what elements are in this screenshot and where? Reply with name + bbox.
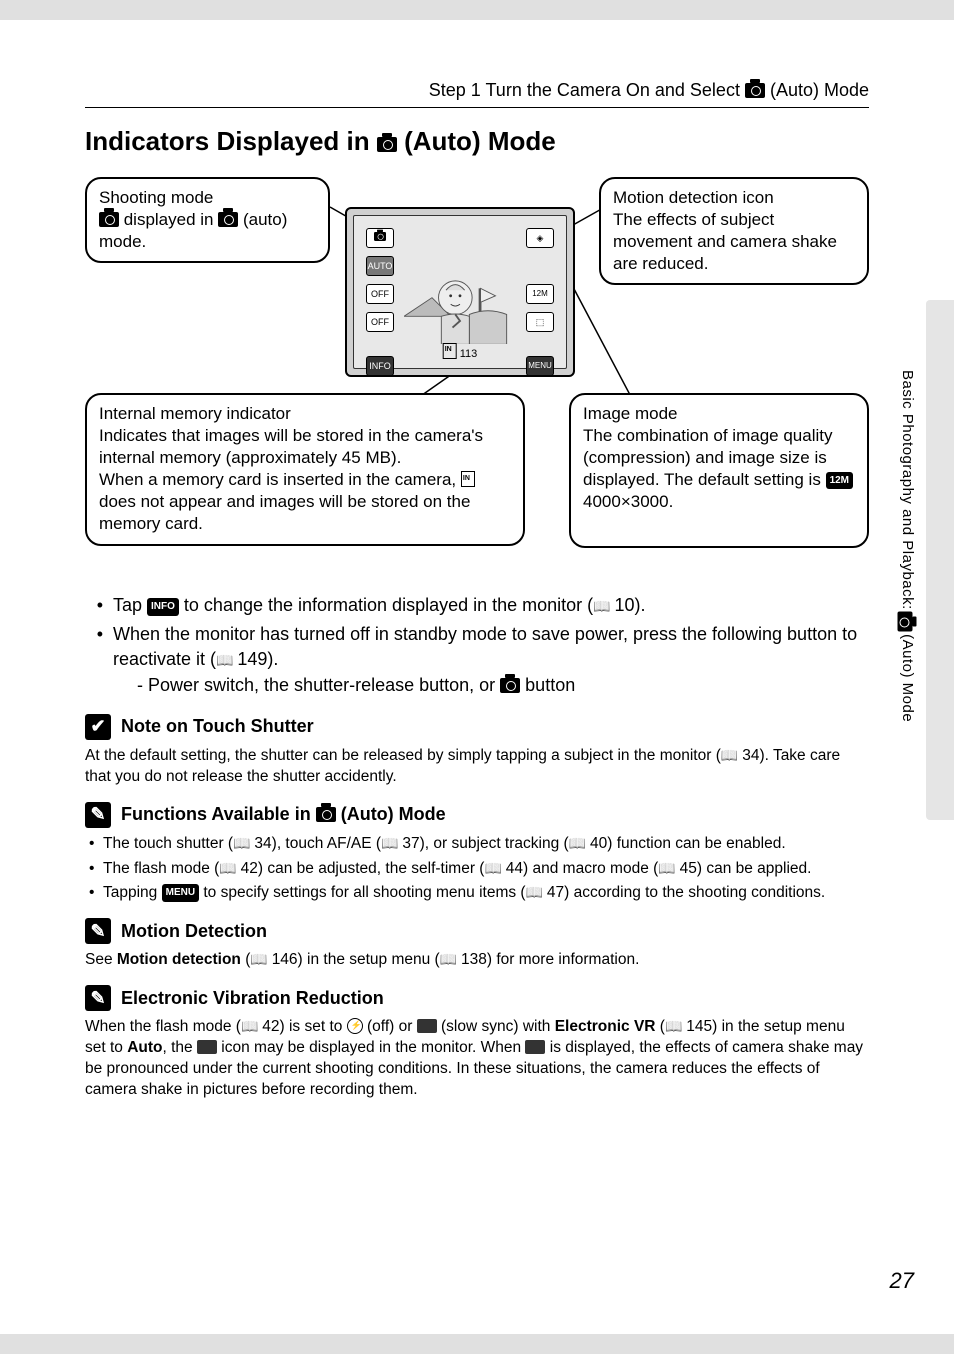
bold-text: Electronic VR — [555, 1018, 656, 1035]
function-item: The touch shutter ( 34), touch AF/AE ( 3… — [103, 834, 869, 855]
internal-memory-icon — [461, 471, 475, 487]
sub-item: Power switch, the shutter-release button… — [137, 673, 869, 698]
book-icon — [526, 884, 547, 901]
bold-text: Auto — [127, 1039, 162, 1056]
lcd-scene-illustration — [404, 251, 516, 344]
callout-body: Indicates that images will be stored in … — [99, 425, 511, 469]
menu-pill-icon: MENU — [162, 884, 199, 902]
book-icon — [593, 595, 614, 615]
info-pill-icon: INFO — [147, 598, 179, 616]
bold-text: Motion detection — [117, 951, 241, 968]
lcd-preview: ◈ AUTO OFF OFF INFO 12M ⬚ MENU 113 — [345, 207, 575, 377]
tip-title: Electronic Vibration Reduction — [121, 988, 384, 1009]
camera-icon — [218, 212, 238, 227]
tip-body-functions: The touch shutter ( 34), touch AF/AE ( 3… — [85, 834, 869, 905]
callout-title: Motion detection icon — [613, 187, 855, 209]
camera-icon — [99, 212, 119, 227]
flash-off-icon — [347, 1018, 363, 1034]
lcd-off-icon: OFF — [366, 284, 394, 304]
callout-title: Image mode — [583, 403, 855, 425]
checkmark-icon: ✔ — [85, 714, 111, 740]
lcd-menu-icon: MENU — [526, 356, 554, 376]
camera-icon — [316, 807, 336, 822]
tip-header-functions: ✎ Functions Available in (Auto) Mode — [85, 802, 929, 828]
title-pre: Indicators Displayed in — [85, 126, 377, 156]
header-rule — [85, 107, 869, 108]
evr-icon — [525, 1040, 545, 1054]
header-text-pre: Step 1 Turn the Camera On and Select — [429, 80, 745, 100]
book-icon — [484, 860, 505, 877]
lcd-auto-icon: AUTO — [366, 256, 394, 276]
book-icon — [241, 1018, 262, 1035]
book-icon — [569, 835, 590, 852]
side-tab — [926, 300, 954, 820]
slow-sync-icon — [417, 1019, 437, 1033]
book-icon — [219, 860, 240, 877]
side-label: Basic Photography and Playback: (Auto) M… — [895, 370, 916, 722]
evr-icon — [197, 1040, 217, 1054]
body-text: Tap INFO to change the information displ… — [85, 593, 869, 698]
book-icon — [665, 1018, 686, 1035]
lcd-12m-icon: 12M — [526, 284, 554, 304]
tip-title: Functions Available in (Auto) Mode — [121, 804, 446, 825]
book-icon — [233, 835, 254, 852]
camera-icon — [500, 678, 520, 693]
title-post: (Auto) Mode — [397, 126, 556, 156]
tip-title: Motion Detection — [121, 921, 267, 942]
book-icon — [250, 951, 271, 968]
function-item: Tapping MENU to specify settings for all… — [103, 883, 869, 904]
lcd-info-icon: INFO — [366, 356, 394, 376]
callout-title: Internal memory indicator — [99, 403, 511, 425]
callout-motion-detection: Motion detection icon The effects of sub… — [599, 177, 869, 285]
note-title: Note on Touch Shutter — [121, 716, 314, 737]
internal-memory-icon — [443, 343, 457, 359]
camera-icon — [898, 612, 913, 632]
lcd-inner: ◈ AUTO OFF OFF INFO 12M ⬚ MENU 113 — [353, 215, 567, 369]
bullet-info-tap: Tap INFO to change the information displ… — [113, 593, 869, 618]
camera-icon — [377, 137, 397, 152]
callout-internal-memory: Internal memory indicator Indicates that… — [85, 393, 525, 546]
book-icon — [440, 951, 461, 968]
callout-image-mode: Image mode The combination of image qual… — [569, 393, 869, 548]
sub-list: Power switch, the shutter-release button… — [113, 673, 869, 698]
header-text-post: (Auto) Mode — [765, 80, 869, 100]
lcd-frame-count: 113 — [443, 343, 478, 360]
lcd-camera-icon — [366, 228, 394, 248]
function-item: The flash mode ( 42) can be adjusted, th… — [103, 859, 869, 880]
callout-body: The effects of subject movement and came… — [613, 209, 855, 275]
tip-icon: ✎ — [85, 985, 111, 1011]
book-icon — [721, 747, 742, 764]
lcd-off-icon: OFF — [366, 312, 394, 332]
lcd-touch-icon: ⬚ — [526, 312, 554, 332]
book-icon — [216, 649, 237, 669]
callout-title: Shooting mode — [99, 187, 316, 209]
tip-icon: ✎ — [85, 918, 111, 944]
callout-body: The combination of image quality (compre… — [583, 425, 855, 513]
callout-body-2: When a memory card is inserted in the ca… — [99, 469, 511, 535]
diagram-area: Shooting mode displayed in (auto) mode. … — [85, 177, 869, 587]
book-icon — [658, 860, 679, 877]
camera-icon — [745, 83, 765, 98]
tip-body-evr: When the flash mode ( 42) is set to (off… — [85, 1017, 869, 1101]
image-mode-badge: 12M — [826, 472, 853, 489]
page-number: 27 — [890, 1268, 914, 1294]
tip-body-motion: See Motion detection ( 146) in the setup… — [85, 950, 869, 971]
running-header: Step 1 Turn the Camera On and Select (Au… — [85, 80, 929, 101]
tip-header-motion: ✎ Motion Detection — [85, 918, 929, 944]
bullet-standby: When the monitor has turned off in stand… — [113, 622, 869, 698]
book-icon — [381, 835, 402, 852]
tip-icon: ✎ — [85, 802, 111, 828]
callout-shooting-mode: Shooting mode displayed in (auto) mode. — [85, 177, 330, 263]
tip-header-evr: ✎ Electronic Vibration Reduction — [85, 985, 929, 1011]
note-header: ✔ Note on Touch Shutter — [85, 714, 929, 740]
section-title: Indicators Displayed in (Auto) Mode — [85, 126, 929, 157]
callout-body: displayed in (auto) mode. — [99, 209, 316, 253]
manual-page: Step 1 Turn the Camera On and Select (Au… — [0, 20, 954, 1334]
note-body: At the default setting, the shutter can … — [85, 746, 869, 788]
lcd-motion-icon: ◈ — [526, 228, 554, 248]
